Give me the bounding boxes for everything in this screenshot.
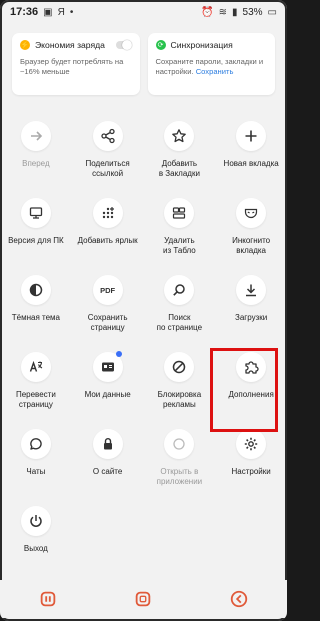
menu-label: Перевести страницу [15, 390, 56, 409]
top-cards: ⚡ Экономия заряда Браузер будет потребля… [12, 33, 275, 95]
battery-saver-card[interactable]: ⚡ Экономия заряда Браузер будет потребля… [12, 33, 140, 95]
add-shortcut-button[interactable]: Добавить ярлык [72, 189, 144, 266]
battery-saver-toggle[interactable] [115, 40, 132, 50]
more-notifications-icon: • [69, 6, 74, 18]
downloads-button[interactable]: Загрузки [215, 266, 287, 343]
translate-page-button[interactable]: Перевести страницу [0, 343, 72, 420]
power-icon [20, 506, 51, 536]
search-icon [164, 275, 195, 305]
sync-title: Синхронизация [170, 40, 233, 50]
notification-icon: ▣ [43, 6, 53, 18]
status-bar: 17:36 ▣ Я • ⏰ ≋ ▮ 53% ▭ [0, 0, 287, 24]
menu-grid: Вперед Поделиться ссылкой Добавить в Зак… [0, 112, 287, 574]
find-on-page-button[interactable]: Поиск по странице [144, 266, 216, 343]
gear-icon [236, 429, 267, 459]
ad-block-button[interactable]: Блокировка рекламы [144, 343, 216, 420]
signal-icon: ▮ [232, 6, 238, 18]
sync-icon: ⟳ [155, 40, 166, 50]
tablo-remove-icon [164, 198, 195, 228]
save-page-button[interactable]: PDF Сохранить страницу [72, 266, 144, 343]
battery-saver-title: Экономия заряда [35, 40, 105, 50]
block-icon [164, 352, 195, 382]
exit-button[interactable]: Выход [0, 497, 72, 574]
my-data-button[interactable]: Мои данные [72, 343, 144, 420]
status-time: 17:36 [10, 6, 39, 18]
menu-label: Инкогнито вкладка [232, 236, 271, 255]
about-site-button[interactable]: О сайте [72, 420, 144, 497]
menu-label: Версия для ПК [8, 236, 64, 245]
recent-apps-icon[interactable] [37, 588, 59, 610]
dark-theme-button[interactable]: Тёмная тема [0, 266, 72, 343]
menu-label: Сохранить страницу [87, 313, 128, 332]
navigation-bar [0, 580, 287, 618]
menu-label: Добавить ярлык [77, 236, 138, 245]
wifi-icon: ≋ [218, 6, 228, 18]
monitor-icon [20, 198, 51, 228]
new-tab-button[interactable]: Новая вкладка [215, 112, 287, 189]
shortcut-grid-icon [92, 198, 123, 228]
menu-label: Чаты [26, 467, 46, 476]
battery-icon: ▭ [267, 6, 277, 18]
menu-label: Вперед [22, 159, 50, 168]
menu-label: Открыть в приложении [156, 467, 203, 486]
remove-from-tablo-button[interactable]: Удалить из Табло [144, 189, 216, 266]
menu-label: Блокировка рекламы [157, 390, 202, 409]
share-icon [92, 121, 123, 151]
menu-label: Удалить из Табло [162, 236, 196, 255]
chats-button[interactable]: Чаты [0, 420, 72, 497]
share-link-button[interactable]: Поделиться ссылкой [72, 112, 144, 189]
open-in-app-button[interactable]: Открыть в приложении [144, 420, 216, 497]
sync-save-link[interactable]: Сохранить [196, 67, 234, 76]
pdf-icon: PDF [92, 275, 123, 305]
download-icon [236, 275, 267, 305]
pdf-icon-text: PDF [100, 285, 116, 295]
phone-screen: 17:36 ▣ Я • ⏰ ≋ ▮ 53% ▭ ⚡ Экономия заряд… [0, 0, 287, 621]
battery-percent: 53% [242, 6, 263, 18]
arrow-right-icon [20, 121, 51, 151]
menu-label: О сайте [92, 467, 123, 476]
open-in-app-icon [164, 429, 195, 459]
chat-bubble-icon [20, 429, 51, 459]
notification-badge [115, 351, 122, 357]
incognito-mask-icon [236, 198, 267, 228]
translate-icon [20, 352, 51, 382]
menu-label: Добавить в Закладки [158, 159, 200, 178]
id-card-icon [92, 351, 123, 382]
battery-saver-text: Браузер будет потреблять на ~16% меньше [20, 57, 124, 76]
desktop-version-button[interactable]: Версия для ПК [0, 189, 72, 266]
lock-icon [92, 429, 123, 459]
menu-label: Тёмная тема [11, 313, 60, 322]
forward-button[interactable]: Вперед [0, 112, 72, 189]
star-icon [164, 121, 195, 151]
menu-label: Новая вкладка [223, 159, 279, 168]
half-circle-icon [20, 275, 51, 305]
menu-label: Мои данные [84, 390, 131, 399]
back-icon[interactable] [228, 588, 250, 610]
add-bookmark-button[interactable]: Добавить в Закладки [144, 112, 216, 189]
sync-card[interactable]: ⟳ Синхронизация Сохраните пароли, заклад… [147, 33, 275, 95]
home-icon[interactable] [132, 588, 154, 610]
incognito-tab-button[interactable]: Инкогнито вкладка [215, 189, 287, 266]
menu-label: Поделиться ссылкой [85, 159, 130, 178]
battery-saver-icon: ⚡ [20, 40, 30, 50]
alarm-icon: ⏰ [201, 6, 214, 18]
yandex-notification-icon: Я [57, 6, 65, 18]
plus-icon [236, 121, 267, 151]
menu-label: Выход [23, 544, 48, 553]
menu-label: Настройки [231, 467, 271, 476]
highlight-frame [210, 348, 278, 432]
menu-label: Загрузки [235, 313, 268, 322]
menu-label: Поиск по странице [156, 313, 203, 332]
sync-text: Сохраните пароли, закладки и настройки. … [156, 57, 268, 77]
